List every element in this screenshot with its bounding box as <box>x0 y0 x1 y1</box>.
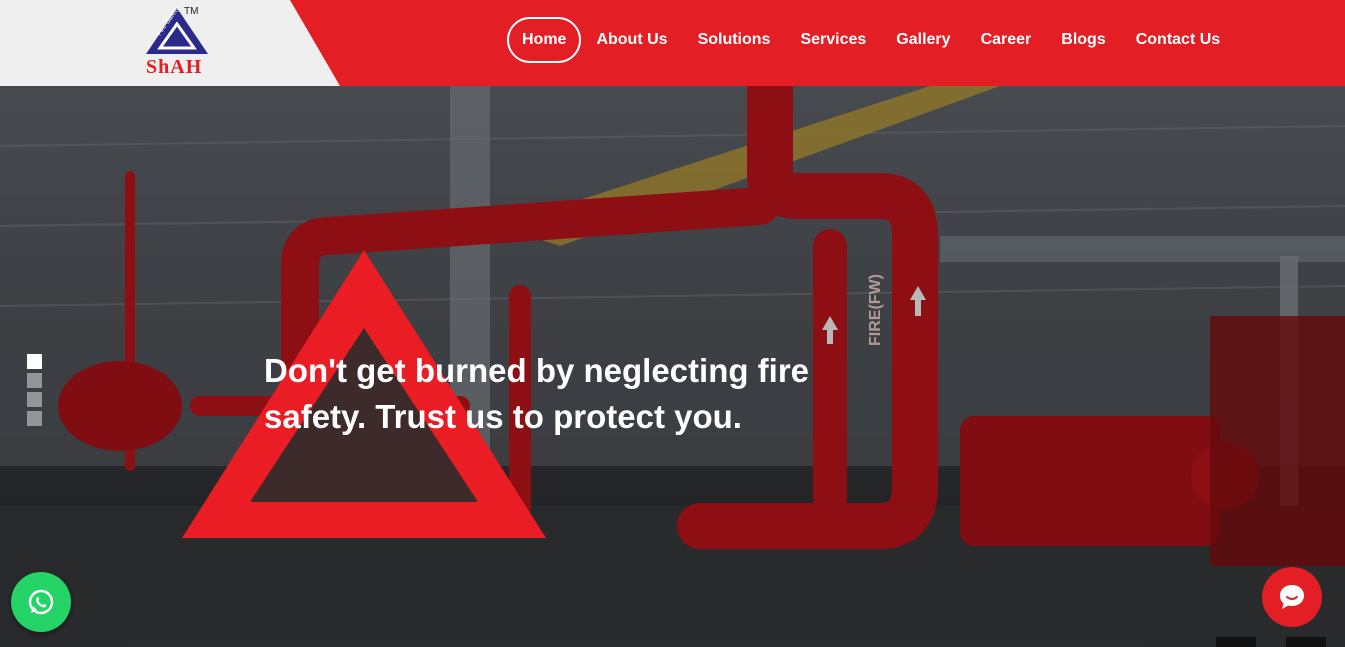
nav-gallery[interactable]: Gallery <box>881 17 965 63</box>
slide-dot-4[interactable] <box>27 411 42 426</box>
nav-career[interactable]: Career <box>966 17 1047 63</box>
shah-fire-safety-logo[interactable]: Fire Safety TM ShAH <box>142 5 212 78</box>
nav-home[interactable]: Home <box>507 17 582 63</box>
hero-headline: Don't get burned by neglecting fire safe… <box>264 352 810 435</box>
nav-solutions[interactable]: Solutions <box>683 17 786 63</box>
nav-contact-us[interactable]: Contact Us <box>1121 17 1235 63</box>
slider-control-left[interactable] <box>1216 637 1256 647</box>
slide-dot-1[interactable] <box>27 354 42 369</box>
logo-triangle-icon: Fire Safety <box>146 5 208 54</box>
site-header: Fire Safety TM ShAH Home About Us Soluti… <box>0 0 1345 86</box>
slide-dot-3[interactable] <box>27 392 42 407</box>
nav-about-us[interactable]: About Us <box>581 17 682 63</box>
hero-slider: FIRE(FW) Don't get burned by neglecting … <box>0 86 1345 647</box>
main-nav: Home About Us Solutions Services Gallery… <box>507 16 1235 64</box>
chat-bubble-icon <box>1280 585 1304 609</box>
live-chat-button[interactable] <box>1262 567 1322 627</box>
logo-brand-name: ShAH <box>146 56 203 78</box>
nav-services[interactable]: Services <box>785 17 881 63</box>
whatsapp-icon <box>28 589 54 615</box>
nav-blogs[interactable]: Blogs <box>1046 17 1120 63</box>
slider-pagination <box>27 354 42 430</box>
slider-control-right[interactable] <box>1286 637 1326 647</box>
whatsapp-button[interactable] <box>11 572 71 632</box>
slide-dot-2[interactable] <box>27 373 42 388</box>
trademark-label: TM <box>184 6 199 17</box>
